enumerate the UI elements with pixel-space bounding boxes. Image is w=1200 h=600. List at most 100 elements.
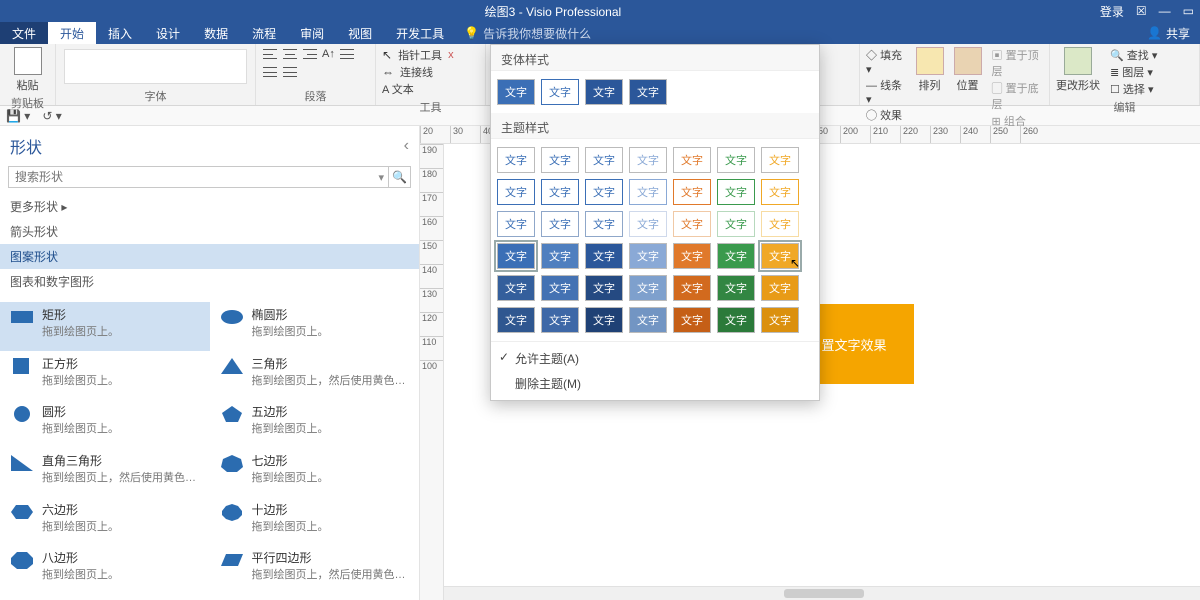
shape-stencil-item[interactable]: 平行四边形 拖到绘图页上，然后使用黄色方形 [210,545,420,594]
shape-stencil-item[interactable]: 正方形 拖到绘图页上。 [0,351,210,400]
theme-swatch[interactable]: 文字 [497,275,535,301]
variant-swatch[interactable]: 文字 [629,79,667,105]
layer-btn[interactable]: ≣ 图层 ▾ [1110,64,1157,80]
theme-swatch[interactable]: 文字 [585,275,623,301]
align-mid-icon[interactable] [262,65,278,79]
select-btn[interactable]: ☐ 选择 ▾ [1110,81,1157,97]
find-btn[interactable]: 🔍 查找 ▾ [1110,47,1157,63]
window-minimize-icon[interactable]: — [1159,4,1171,18]
theme-swatch[interactable]: 文字 [497,147,535,173]
theme-swatch[interactable]: 文字 [585,211,623,237]
allow-theme-menu[interactable]: 允许主题(A) [491,346,819,371]
shape-stencil-item[interactable]: 七边形 拖到绘图页上。 [210,448,420,497]
tab-insert[interactable]: 插入 [96,22,144,44]
line-btn[interactable]: — 线条 ▾ [866,77,906,106]
align-right-icon[interactable] [302,47,318,61]
tab-design[interactable]: 设计 [144,22,192,44]
theme-swatch[interactable]: 文字 [761,211,799,237]
theme-swatch[interactable]: 文字 [629,211,667,237]
theme-swatch[interactable]: 文字 [541,243,579,269]
theme-swatch[interactable]: 文字↖ [761,243,799,269]
theme-swatch[interactable]: 文字 [541,179,579,205]
theme-swatch[interactable]: 文字 [585,307,623,333]
align-left-icon[interactable] [262,47,278,61]
scrollbar-horizontal[interactable] [444,586,1200,600]
shape-stencil-item[interactable]: 圆形 拖到绘图页上。 [0,399,210,448]
theme-swatch[interactable]: 文字 [629,147,667,173]
fill-btn[interactable]: ◇ 填充 ▾ [866,47,906,76]
theme-swatch[interactable]: 文字 [717,307,755,333]
text-tool[interactable]: A 文本 [382,81,414,97]
theme-swatch[interactable]: 文字 [541,275,579,301]
theme-swatch[interactable]: 文字 [541,147,579,173]
align-top-icon[interactable] [339,47,355,61]
tab-review[interactable]: 审阅 [288,22,336,44]
theme-swatch[interactable]: 文字 [541,211,579,237]
shape-stencil-item[interactable]: 五边形 拖到绘图页上。 [210,399,420,448]
tab-process[interactable]: 流程 [240,22,288,44]
collapse-icon[interactable]: ‹ [404,137,409,155]
variant-swatch[interactable]: 文字 [585,79,623,105]
variant-swatch[interactable]: 文字 [541,79,579,105]
category-item[interactable]: 更多形状 ▸ [0,194,419,219]
align-bot-icon[interactable] [282,65,298,79]
position-icon[interactable] [954,47,982,75]
tab-data[interactable]: 数据 [192,22,240,44]
tab-file[interactable]: 文件 [0,22,48,44]
shape-stencil-item[interactable]: 六边形 拖到绘图页上。 [0,497,210,546]
arrange-icon[interactable] [916,47,944,75]
window-maximize-icon[interactable]: ▭ [1183,4,1194,18]
category-item[interactable]: 箭头形状 [0,219,419,244]
theme-swatch[interactable]: 文字 [717,179,755,205]
theme-swatch[interactable]: 文字 [673,243,711,269]
shape-stencil-item[interactable]: 直角三角形 拖到绘图页上，然后使用黄色方形 [0,448,210,497]
theme-swatch[interactable]: 文字 [585,243,623,269]
search-input[interactable] [9,167,374,187]
variant-swatch[interactable]: 文字 [497,79,535,105]
shape-stencil-item[interactable]: 十边形 拖到绘图页上。 [210,497,420,546]
theme-swatch[interactable]: 文字 [717,147,755,173]
bring-front-btn[interactable]: ▣ 置于顶层 [992,47,1043,79]
theme-swatch[interactable]: 文字 [673,179,711,205]
window-misc-icon[interactable]: ☒ [1136,4,1147,18]
remove-theme-menu[interactable]: 删除主题(M) [491,371,819,396]
theme-swatch[interactable]: 文字 [761,307,799,333]
theme-swatch[interactable]: 文字 [673,147,711,173]
search-icon[interactable]: 🔍 [388,167,410,187]
theme-swatch[interactable]: 文字 [717,243,755,269]
theme-swatch[interactable]: 文字 [497,243,535,269]
scrollbar-thumb[interactable] [784,589,864,598]
tab-home[interactable]: 开始 [48,22,96,44]
x-icon[interactable]: x [448,49,454,61]
theme-swatch[interactable]: 文字 [761,275,799,301]
theme-swatch[interactable]: 文字 [497,179,535,205]
theme-swatch[interactable]: 文字 [585,147,623,173]
theme-swatch[interactable]: 文字 [585,179,623,205]
paste-icon[interactable] [14,47,42,75]
search-dropdown-icon[interactable]: ▾ [374,171,388,184]
login-link[interactable]: 登录 [1100,3,1124,20]
share-button[interactable]: 👤 共享 [1137,22,1200,44]
shape-stencil-item[interactable]: 八边形 拖到绘图页上。 [0,545,210,594]
align-center-icon[interactable] [282,47,298,61]
category-item[interactable]: 图案形状 [0,244,419,269]
theme-swatch[interactable]: 文字 [629,307,667,333]
connector-icon[interactable]: ⇔ [382,65,394,79]
shape-stencil-item[interactable]: 三角形 拖到绘图页上，然后使用黄色方形 [210,351,420,400]
theme-swatch[interactable]: 文字 [761,147,799,173]
shape-stencil-item[interactable]: 矩形 拖到绘图页上。 [0,302,210,351]
theme-swatch[interactable]: 文字 [761,179,799,205]
change-shape-icon[interactable] [1064,47,1092,75]
pointer-icon[interactable]: ↖ [382,48,392,62]
theme-swatch[interactable]: 文字 [717,211,755,237]
tab-view[interactable]: 视图 [336,22,384,44]
category-item[interactable]: 图表和数字图形 [0,269,419,294]
theme-swatch[interactable]: 文字 [629,275,667,301]
theme-swatch[interactable]: 文字 [673,307,711,333]
theme-swatch[interactable]: 文字 [497,307,535,333]
theme-swatch[interactable]: 文字 [673,211,711,237]
theme-swatch[interactable]: 文字 [541,307,579,333]
tab-dev[interactable]: 开发工具 [384,22,456,44]
shape-stencil-item[interactable]: 椭圆形 拖到绘图页上。 [210,302,420,351]
theme-swatch[interactable]: 文字 [673,275,711,301]
